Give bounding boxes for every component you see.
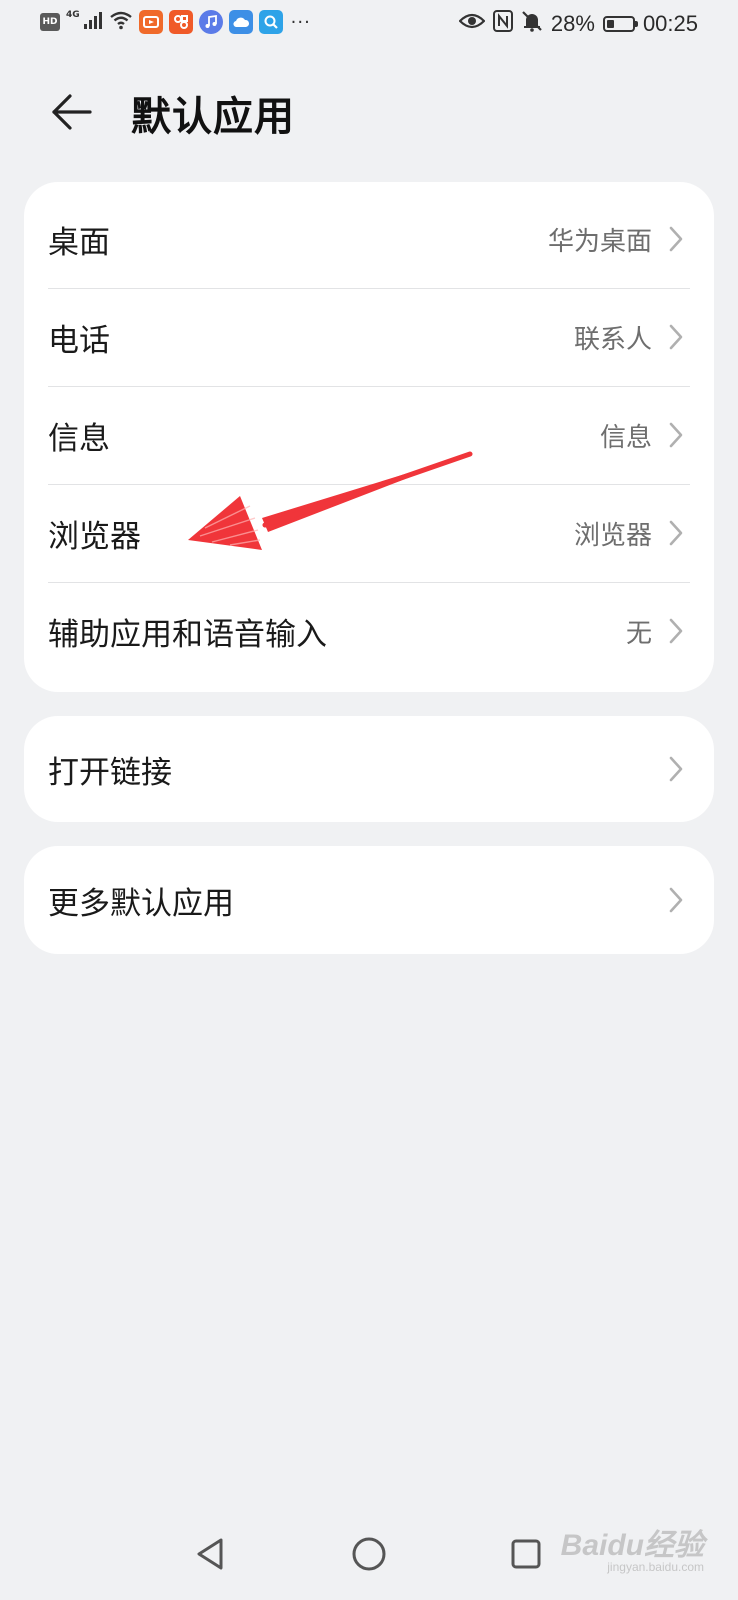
setting-row-messages[interactable]: 信息 信息 — [24, 386, 714, 484]
setting-value: 浏览器 — [573, 520, 652, 551]
hd-badge: HD — [40, 13, 60, 31]
wifi-icon — [109, 10, 133, 34]
more-default-apps-card: 更多默认应用 — [24, 846, 714, 954]
music-app-icon — [198, 10, 223, 34]
square-recents-icon — [511, 1539, 541, 1569]
eye-comfort-icon — [458, 11, 486, 37]
setting-row-browser[interactable]: 浏览器 浏览器 — [24, 484, 714, 582]
battery-level-fill — [606, 20, 614, 28]
more-notifications-icon: ··· — [290, 11, 311, 33]
setting-row-assistant-voice-input[interactable]: 辅助应用和语音输入 无 — [24, 582, 714, 680]
back-arrow-icon — [52, 94, 92, 130]
video-app-icon — [138, 10, 163, 34]
watermark-logo: Baidu经验 — [560, 1529, 704, 1562]
setting-label: 桌面 — [48, 224, 110, 261]
nfc-icon — [492, 10, 513, 38]
page-header: 默认应用 — [0, 68, 738, 148]
shop-app-icon — [168, 10, 193, 34]
battery-percent: 28% — [550, 11, 595, 36]
setting-row-more-default-apps[interactable]: 更多默认应用 — [24, 846, 714, 954]
cloud-app-icon — [228, 10, 253, 34]
triangle-back-icon — [197, 1538, 223, 1570]
nav-recents-button[interactable] — [496, 1524, 556, 1584]
setting-row-desktop[interactable]: 桌面 华为桌面 — [24, 190, 714, 288]
setting-label: 电话 — [48, 322, 110, 359]
status-bar: HD 4G ··· 28% 00:25 — [0, 0, 738, 50]
setting-label: 更多默认应用 — [48, 885, 234, 922]
open-links-card: 打开链接 — [24, 716, 714, 822]
nav-home-button[interactable] — [339, 1524, 399, 1584]
default-apps-card: 桌面 华为桌面 电话 联系人 信息 信息 浏览器 浏览器 辅助应用和语音输入 无 — [24, 182, 714, 692]
chevron-right-icon — [666, 754, 686, 784]
setting-value: 华为桌面 — [547, 226, 652, 257]
signal-icon — [83, 10, 103, 34]
network-type-label: 4G — [66, 10, 80, 20]
chevron-right-icon — [666, 518, 686, 548]
chevron-right-icon — [666, 616, 686, 646]
status-bar-left: HD 4G ··· — [40, 10, 311, 34]
setting-label: 浏览器 — [48, 518, 141, 555]
status-bar-right: 28% 00:25 — [458, 10, 698, 38]
page-title: 默认应用 — [131, 94, 295, 140]
setting-label: 信息 — [48, 420, 110, 457]
nav-back-button[interactable] — [180, 1524, 240, 1584]
setting-label: 打开链接 — [48, 754, 172, 791]
chevron-right-icon — [666, 322, 686, 352]
back-button[interactable] — [44, 84, 100, 140]
setting-value: 联系人 — [573, 324, 652, 355]
setting-row-phone[interactable]: 电话 联系人 — [24, 288, 714, 386]
setting-value: 无 — [625, 618, 652, 649]
setting-row-open-links[interactable]: 打开链接 — [24, 716, 714, 822]
clock: 00:25 — [642, 11, 698, 36]
mute-bell-icon — [521, 10, 543, 38]
chevron-right-icon — [666, 224, 686, 254]
setting-value: 信息 — [599, 422, 652, 453]
chevron-right-icon — [666, 885, 686, 915]
battery-icon — [602, 16, 638, 32]
search-app-icon — [258, 10, 283, 34]
chevron-right-icon — [666, 420, 686, 450]
watermark: Baidu经验 jingyan.baidu.com — [561, 1520, 704, 1574]
circle-home-icon — [352, 1537, 386, 1571]
setting-label: 辅助应用和语音输入 — [48, 616, 327, 653]
